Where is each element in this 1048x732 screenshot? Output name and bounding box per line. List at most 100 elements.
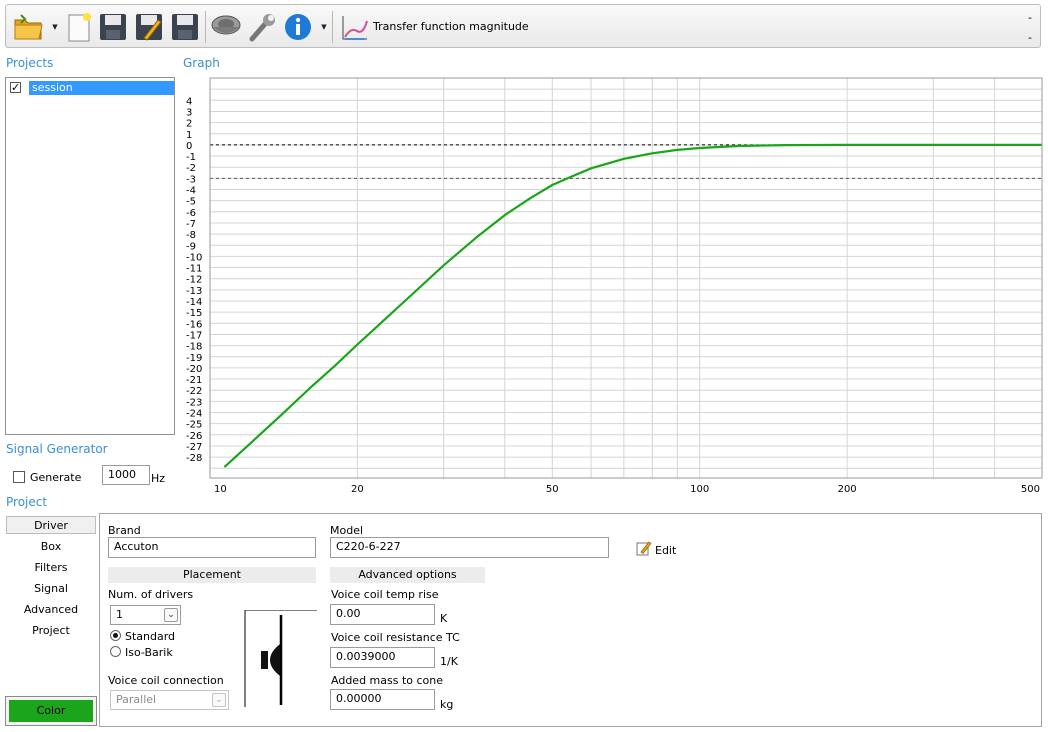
standard-label[interactable]: Standard [125, 630, 175, 643]
series-line [223, 143, 1042, 468]
save-edit-icon[interactable] [132, 9, 166, 45]
save-icon[interactable] [96, 9, 130, 45]
y-tick-label: -8 [186, 230, 196, 241]
brand-input[interactable]: Accuton [108, 537, 316, 558]
graph-title: Graph [183, 56, 220, 70]
x-tick-labels: 10 20 50 100 200 500 [214, 484, 1040, 495]
y-tick-label: 1 [186, 130, 192, 141]
session-label[interactable]: session [29, 81, 174, 95]
vc-tc-input[interactable]: 0.0039000 [330, 647, 435, 668]
vc-connection-combo[interactable]: Parallel ⌄ [110, 690, 229, 710]
y-tick-label: -1 [186, 152, 196, 163]
y-tick-label: -19 [186, 353, 202, 364]
session-item[interactable]: ✓ session [9, 81, 174, 95]
grid [209, 77, 1043, 478]
advanced-options-header: Advanced options [330, 567, 485, 583]
series-layer [223, 143, 1042, 468]
projects-list: ✓ session [5, 77, 175, 435]
edit-icon[interactable] [636, 540, 652, 559]
x-tick-label: 500 [1021, 484, 1040, 495]
vc-temp-input[interactable]: 0.00 [330, 604, 435, 625]
num-drivers-combo[interactable]: 1 ⌄ [110, 605, 181, 625]
y-tick-label: -4 [186, 186, 196, 197]
toolbar-dash-bottom: - [1028, 31, 1032, 44]
color-button-frame: Color [5, 696, 97, 726]
y-tick-label: -11 [186, 264, 202, 275]
y-tick-label: -2 [186, 163, 196, 174]
x-tick-label: 10 [214, 484, 227, 495]
project-tabs: Driver Box Filters Signal Advanced Proje… [6, 516, 98, 646]
y-tick-label: -5 [186, 197, 196, 208]
isobarik-label[interactable]: Iso-Barik [125, 646, 173, 659]
vc-tc-label: Voice coil resistance TC [331, 631, 460, 644]
graph-chart[interactable]: 43210-1-2-3-4-5-6-7-8-9-10-11-12-13-14-1… [182, 74, 1044, 496]
transfer-function-icon[interactable] [338, 9, 372, 45]
open-dropdown-icon[interactable]: ▼ [51, 23, 59, 31]
y-tick-label: -3 [186, 174, 196, 185]
new-document-icon[interactable] [62, 9, 96, 45]
project-title: Project [6, 495, 48, 509]
generate-checkbox[interactable] [13, 471, 25, 483]
x-tick-label: 20 [351, 484, 364, 495]
y-tick-label: -6 [186, 208, 196, 219]
y-tick-label: -17 [186, 330, 202, 341]
y-tick-label: -22 [186, 386, 202, 397]
generate-label[interactable]: Generate [30, 471, 81, 484]
x-tick-label: 50 [546, 484, 559, 495]
y-tick-label: 0 [186, 141, 192, 152]
color-button[interactable]: Color [9, 700, 93, 722]
tab-signal[interactable]: Signal [6, 580, 96, 598]
model-input[interactable]: C220-6-227 [330, 537, 609, 558]
chevron-down-icon[interactable]: ⌄ [212, 693, 226, 707]
y-tick-labels: 43210-1-2-3-4-5-6-7-8-9-10-11-12-13-14-1… [186, 96, 202, 464]
signal-generator-title: Signal Generator [6, 442, 108, 456]
tab-driver[interactable]: Driver [6, 516, 96, 534]
placement-header: Placement [108, 567, 316, 583]
reference-lines [210, 144, 1042, 179]
y-tick-label: -27 [186, 442, 202, 453]
y-tick-label: -21 [186, 375, 202, 386]
session-checkbox[interactable]: ✓ [10, 82, 21, 93]
num-drivers-label: Num. of drivers [108, 588, 194, 601]
tab-filters[interactable]: Filters [6, 559, 96, 577]
x-tick-label: 200 [838, 484, 857, 495]
y-tick-label: 3 [186, 107, 192, 118]
standard-radio[interactable] [110, 630, 121, 641]
vc-temp-label: Voice coil temp rise [331, 588, 439, 601]
edit-button[interactable]: Edit [655, 544, 676, 557]
x-tick-label: 100 [690, 484, 709, 495]
tab-project[interactable]: Project [6, 622, 96, 640]
y-tick-label: -24 [186, 409, 202, 420]
toolbar: ▼ ▼ Transfer function magnitude - - [5, 4, 1041, 48]
frequency-input[interactable]: 1000 [102, 465, 150, 485]
y-tick-label: -10 [186, 252, 202, 263]
info-icon[interactable] [281, 9, 315, 45]
speaker-placement-diagram [244, 609, 318, 711]
y-tick-label: -18 [186, 342, 202, 353]
tab-advanced[interactable]: Advanced [6, 601, 96, 619]
plot-border [209, 77, 1043, 479]
toolbar-separator [205, 11, 206, 43]
num-drivers-value: 1 [116, 608, 123, 621]
wrench-icon[interactable] [245, 9, 279, 45]
y-tick-label: -13 [186, 286, 202, 297]
brand-label: Brand [108, 524, 141, 537]
tab-box[interactable]: Box [6, 538, 96, 556]
open-folder-icon[interactable] [12, 9, 46, 45]
driver-panel: Brand Accuton Model C220-6-227 Edit Plac… [99, 513, 1042, 727]
toolbar-dash-top: - [1028, 11, 1032, 24]
added-mass-unit: kg [440, 698, 454, 711]
view-label[interactable]: Transfer function magnitude [373, 20, 529, 33]
toolbar-separator [332, 11, 333, 43]
frequency-unit: Hz [151, 472, 166, 485]
info-dropdown-icon[interactable]: ▼ [320, 23, 328, 31]
save-as-icon[interactable] [168, 9, 202, 45]
y-tick-label: -25 [186, 420, 202, 431]
vc-temp-unit: K [440, 612, 448, 625]
added-mass-input[interactable]: 0.00000 [330, 689, 435, 710]
y-tick-label: -23 [186, 397, 202, 408]
isobarik-radio[interactable] [110, 646, 121, 657]
y-tick-label: -9 [186, 241, 196, 252]
speaker-icon[interactable] [209, 9, 243, 45]
chevron-down-icon[interactable]: ⌄ [164, 608, 178, 622]
